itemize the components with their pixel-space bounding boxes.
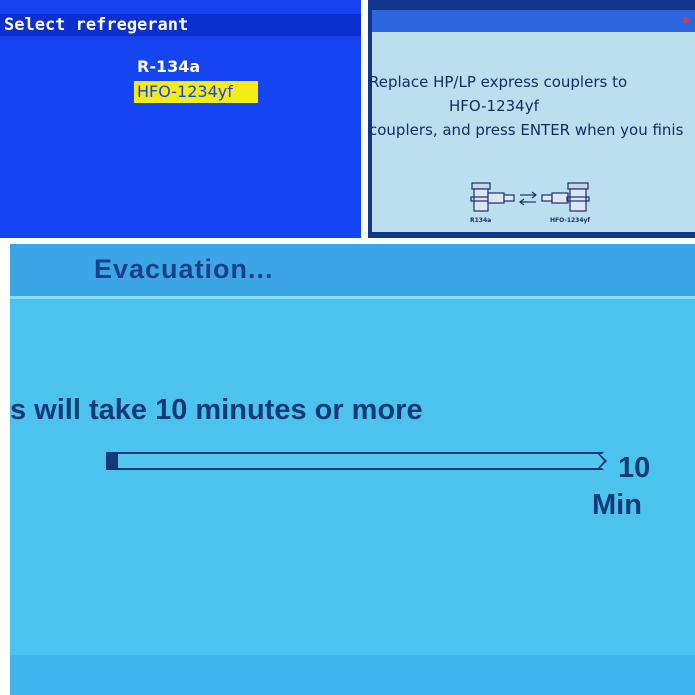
replace-couplers-screen: Replace HP/LP express couplers to HFO-12… [368,0,695,238]
diagram-label-left: R134a [470,217,492,224]
header-bar: Evacuation... [10,244,695,296]
evacuation-title: Evacuation... [94,254,274,284]
footer-bar [10,655,695,695]
progress-fill [108,454,118,468]
time-value: 10 [618,452,651,484]
select-refrigerant-screen: Select refregerant R-134a HFO-1234yf [0,0,361,238]
diagram-label-right: HFO-1234yf [550,217,591,224]
screen-title: Select refregerant [0,14,361,36]
instruction-line-1: Replace HP/LP express couplers to [369,73,628,91]
instruction-text: Replace HP/LP express couplers to HFO-12… [369,70,683,142]
time-unit: Min [592,489,642,521]
instruction-line-2: HFO-1234yf [449,97,539,115]
screen-body: Replace HP/LP express couplers to HFO-12… [369,10,695,232]
evacuation-screen: Evacuation... s will take 10 minutes or … [10,244,695,695]
option-r134a[interactable]: R-134a [134,56,203,78]
progress-bar-tip-inner [598,454,604,468]
coupler-diagram: R134a HFO-1234yf [468,179,598,225]
indicator-dot [683,17,689,23]
evacuation-progress-bar [106,452,604,470]
option-hfo1234yf-selected[interactable]: HFO-1234yf [134,81,258,103]
duration-message: s will take 10 minutes or more [10,394,423,426]
instruction-line-3: couplers, and press ENTER when you finis [369,121,684,139]
header-divider [10,296,695,299]
